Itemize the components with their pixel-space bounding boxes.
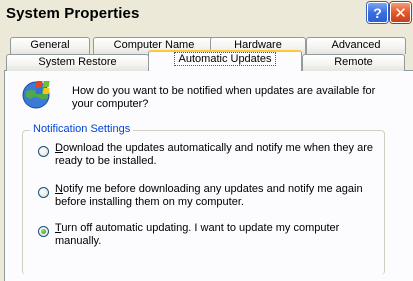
option-label: Notify me before downloading any updates…	[55, 183, 375, 209]
windows-update-globe-icon	[20, 78, 54, 110]
tab-general[interactable]: General	[10, 37, 90, 54]
option-label: Turn off automatic updating. I want to u…	[55, 222, 375, 248]
close-icon: ✕	[394, 4, 407, 22]
tab-label: System Restore	[38, 56, 117, 68]
window-title: System Properties	[6, 5, 140, 22]
close-button[interactable]: ✕	[390, 2, 411, 23]
tab-automatic-updates[interactable]: Automatic Updates	[148, 50, 302, 71]
group-legend: Notification Settings	[30, 123, 134, 135]
accelerator-key: D	[55, 142, 63, 154]
option-label: Download the updates automatically and n…	[55, 142, 375, 168]
tab-remote[interactable]: Remote	[302, 54, 405, 71]
tab-label: Automatic Updates	[173, 52, 277, 66]
radio-button-selected[interactable]	[38, 226, 49, 237]
help-icon: ?	[373, 4, 382, 21]
tab-label: General	[30, 39, 70, 51]
option-text: otify me before downloading any updates …	[55, 183, 363, 208]
tab-label: Advanced	[331, 39, 381, 51]
radio-button[interactable]	[38, 187, 49, 198]
tab-advanced[interactable]: Advanced	[306, 37, 406, 54]
title-bar: System Properties ? ✕	[0, 0, 413, 28]
tab-label: Remote	[334, 56, 373, 68]
option-text: urn off automatic updating. I want to up…	[55, 222, 340, 247]
radio-button[interactable]	[38, 146, 49, 157]
tab-system-restore[interactable]: System Restore	[6, 54, 149, 71]
option-text: ownload the updates automatically and no…	[55, 142, 373, 167]
question-text: How do you want to be notified when upda…	[72, 85, 376, 110]
help-button[interactable]: ?	[367, 2, 388, 23]
accelerator-key: N	[55, 183, 63, 195]
